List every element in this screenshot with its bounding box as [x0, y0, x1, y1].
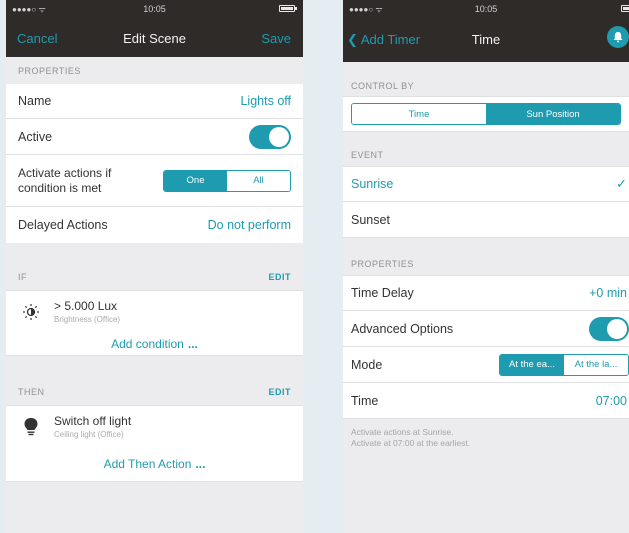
- spacer: [6, 243, 303, 263]
- seg-all[interactable]: All: [227, 170, 290, 191]
- activate-row: Activate actions if condition is met One…: [6, 155, 303, 207]
- then-header: THEN EDIT: [6, 378, 303, 405]
- sunset-label: Sunset: [351, 212, 390, 227]
- time-delay-label: Time Delay: [351, 286, 414, 300]
- advanced-options-row: Advanced Options: [343, 311, 629, 347]
- properties-header: PROPERTIES: [6, 57, 303, 84]
- time-row[interactable]: Time 07:00: [343, 383, 629, 419]
- mode-label: Mode: [351, 357, 383, 372]
- mode-earliest[interactable]: At the ea...: [500, 354, 564, 375]
- add-condition-button[interactable]: Add condition ...: [6, 332, 303, 356]
- condition-item[interactable]: > 5.000 Lux Brightness (Office): [6, 290, 303, 332]
- mode-row: Mode At the ea... At the la...: [343, 347, 629, 383]
- control-title: CONTROL BY: [351, 81, 415, 91]
- bell-icon[interactable]: [607, 26, 629, 48]
- add-action-label: Add Then Action: [103, 457, 192, 471]
- edit-scene-screen: ●●●●○ ᯤ 10:05 Cancel Edit Scene Save PRO…: [6, 0, 303, 533]
- note-line2: Activate at 07:00 at the earliest.: [351, 438, 471, 448]
- status-time: 10:05: [474, 4, 498, 14]
- add-action-dots: ...: [195, 457, 206, 471]
- event-title: EVENT: [351, 150, 384, 160]
- time-delay-row[interactable]: Time Delay +0 min: [343, 275, 629, 311]
- page-title: Time: [471, 32, 501, 47]
- spacer: [343, 132, 629, 144]
- time-label: Time: [351, 393, 379, 408]
- condition-title: > 5.000 Lux: [54, 299, 118, 313]
- sunset-row[interactable]: Sunset: [343, 202, 629, 238]
- active-toggle[interactable]: [249, 124, 291, 149]
- control-by-segmented: Time Sun Position: [351, 103, 621, 125]
- spacer: [343, 238, 629, 253]
- battery-icon: [279, 5, 297, 12]
- active-label: Active: [18, 129, 53, 144]
- name-label: Name: [18, 94, 52, 108]
- spacer: [6, 356, 303, 378]
- delayed-label: Delayed Actions: [18, 218, 108, 232]
- note-line1: Activate actions at Sunrise.: [351, 427, 454, 437]
- mode-segmented: At the ea... At the la...: [499, 353, 629, 376]
- mode-latest[interactable]: At the la...: [564, 354, 628, 375]
- brightness-icon: [20, 301, 42, 323]
- activate-label: Activate actions if condition is met: [18, 166, 111, 196]
- seg-time[interactable]: Time: [352, 104, 486, 124]
- page-title: Edit Scene: [123, 31, 186, 46]
- action-title: Switch off light: [54, 414, 132, 428]
- add-condition-dots: ...: [187, 336, 198, 351]
- properties-title: PROPERTIES: [351, 259, 414, 269]
- add-condition-label: Add condition: [111, 336, 184, 351]
- then-title: THEN: [18, 386, 45, 397]
- event-header: EVENT: [343, 144, 629, 166]
- name-value[interactable]: Lights off: [240, 94, 291, 108]
- control-row: Time Sun Position: [343, 96, 629, 132]
- advanced-options-toggle[interactable]: [589, 316, 629, 341]
- action-item[interactable]: Switch off light Ceiling light (Office): [6, 405, 303, 447]
- seg-sun-position[interactable]: Sun Position: [486, 104, 620, 124]
- condition-subtitle: Brightness (Office): [54, 315, 121, 324]
- seg-one[interactable]: One: [164, 170, 227, 191]
- info-note: Activate actions at Sunrise. Activate at…: [343, 419, 629, 457]
- nav-bar: ❮ Add Timer Time: [343, 18, 629, 62]
- nav-bar: Cancel Edit Scene Save: [6, 18, 303, 57]
- spacer: [343, 62, 629, 76]
- if-edit-button[interactable]: EDIT: [268, 272, 291, 282]
- sunrise-row[interactable]: Sunrise ✓: [343, 166, 629, 202]
- condition-mode-segmented: One All: [163, 169, 291, 192]
- delayed-row[interactable]: Delayed Actions Do not perform: [6, 207, 303, 243]
- activate-label-line2: condition is met: [18, 180, 102, 195]
- section-title: PROPERTIES: [18, 65, 81, 76]
- control-header: CONTROL BY: [343, 76, 629, 96]
- delayed-value[interactable]: Do not perform: [208, 218, 291, 232]
- name-row[interactable]: Name Lights off: [6, 84, 303, 119]
- light-bulb-icon: [20, 416, 42, 438]
- action-subtitle: Ceiling light (Office): [54, 430, 124, 439]
- checkmark-icon: ✓: [616, 176, 627, 191]
- time-screen: ●●●●○ ᯤ 10:05 ❮ Add Timer Time CONTROL B…: [343, 0, 629, 533]
- properties-header: PROPERTIES: [343, 253, 629, 275]
- activate-label-line1: Activate actions if: [18, 165, 112, 180]
- save-button[interactable]: Save: [261, 31, 291, 46]
- if-title: IF: [18, 271, 27, 282]
- add-action-button[interactable]: Add Then Action ...: [6, 447, 303, 482]
- battery-icon: [621, 5, 629, 12]
- advanced-options-label: Advanced Options: [351, 321, 454, 336]
- time-value[interactable]: 07:00: [596, 394, 627, 408]
- time-delay-value[interactable]: +0 min: [589, 286, 627, 300]
- status-bar: ●●●●○ ᯤ 10:05: [343, 0, 629, 18]
- status-bar: ●●●●○ ᯤ 10:05: [6, 0, 303, 18]
- active-row: Active: [6, 119, 303, 155]
- then-edit-button[interactable]: EDIT: [268, 387, 291, 397]
- status-time: 10:05: [143, 4, 166, 14]
- if-header: IF EDIT: [6, 263, 303, 290]
- sunrise-label: Sunrise: [351, 177, 394, 191]
